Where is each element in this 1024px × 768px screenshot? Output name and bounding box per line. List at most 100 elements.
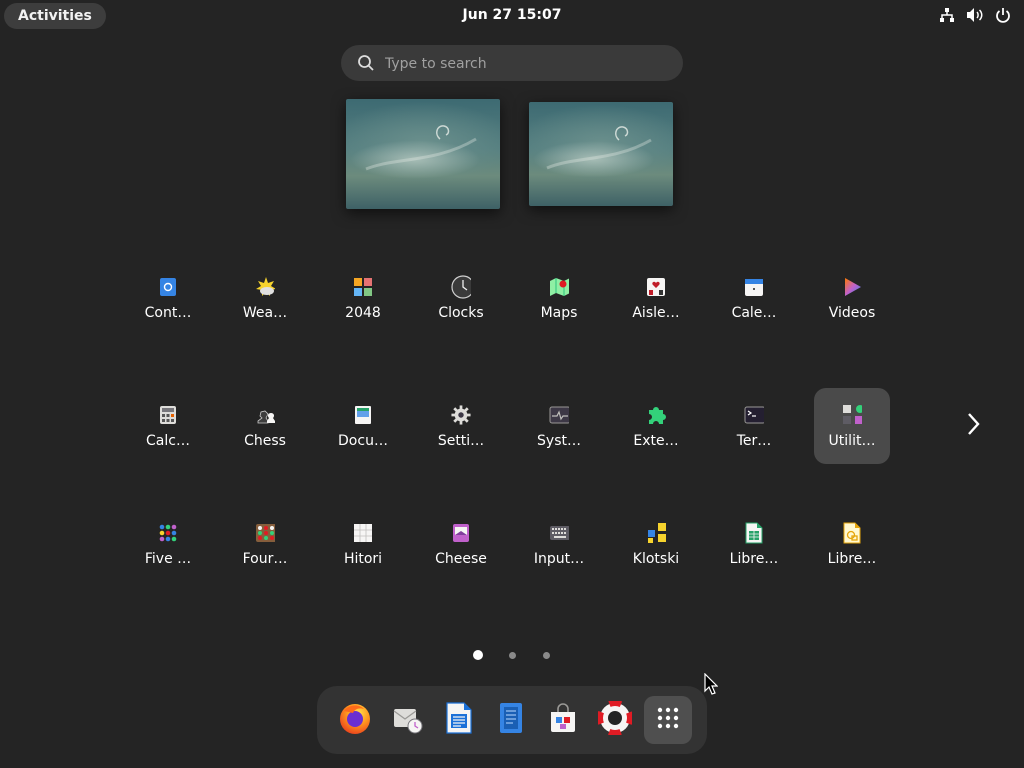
chess-icon <box>255 405 275 425</box>
writer-icon <box>444 701 474 739</box>
app-libreoffice-draw[interactable]: Libre… <box>814 506 890 582</box>
document-viewer-icon <box>353 405 373 425</box>
five-or-more-icon <box>158 523 178 543</box>
dock-help[interactable] <box>591 696 639 744</box>
search-icon <box>357 54 375 72</box>
contacts-icon <box>158 277 178 297</box>
app-label: 2048 <box>345 305 381 321</box>
volume-icon[interactable] <box>966 6 984 24</box>
app-input-method[interactable]: Input… <box>521 506 597 582</box>
app-calendar[interactable]: Cale… <box>716 260 792 336</box>
app-libreoffice-calc[interactable]: Libre… <box>716 506 792 582</box>
app-aisleriot[interactable]: Aisle… <box>618 260 694 336</box>
app-maps[interactable]: Maps <box>521 260 597 336</box>
app-label: Hitori <box>343 551 383 567</box>
app-label: Five … <box>144 551 192 567</box>
clocks-icon <box>451 275 471 299</box>
app-calculator[interactable]: Calc… <box>130 388 206 464</box>
app-label: Setti… <box>437 433 485 449</box>
aisleriot-icon <box>646 277 666 297</box>
system-tray[interactable] <box>938 6 1012 24</box>
workspace-thumbnail-2[interactable] <box>529 102 673 206</box>
chevron-right-icon <box>966 412 980 440</box>
app-folder-utilities[interactable]: Utilit… <box>814 388 890 464</box>
utilities-folder-icon <box>842 405 862 425</box>
app-cheese[interactable]: Cheese <box>423 506 499 582</box>
page-indicator <box>0 650 1024 660</box>
app-videos[interactable]: Videos <box>814 260 890 336</box>
clock: Jun 27 15:07 <box>0 7 1024 23</box>
system-monitor-icon <box>549 405 569 425</box>
app-chess[interactable]: Chess <box>227 388 303 464</box>
clock-label[interactable]: Jun 27 15:07 <box>463 7 562 23</box>
app-2048[interactable]: 2048 <box>325 260 401 336</box>
calendar-icon <box>744 277 764 297</box>
app-grid-icon <box>657 707 679 733</box>
app-label: Ter… <box>736 433 772 449</box>
workspace-thumbnail-1[interactable] <box>346 99 500 209</box>
next-page-button[interactable] <box>958 408 988 444</box>
power-icon[interactable] <box>994 6 1012 24</box>
app-contacts[interactable]: Cont… <box>130 260 206 336</box>
four-in-a-row-icon <box>255 523 275 543</box>
help-lifebuoy-icon <box>597 700 633 739</box>
page-dot-3[interactable] <box>543 652 550 659</box>
app-label: Utilit… <box>828 433 876 449</box>
app-label: Videos <box>828 305 876 321</box>
app-label: Input… <box>533 551 585 567</box>
app-clocks[interactable]: Clocks <box>423 260 499 336</box>
hitori-icon <box>353 523 373 543</box>
app-label: Cheese <box>435 551 487 567</box>
top-bar: Activities Jun 27 15:07 <box>0 0 1024 32</box>
page-dot-2[interactable] <box>509 652 516 659</box>
dock-writer[interactable] <box>435 696 483 744</box>
app-extensions[interactable]: Exte… <box>618 388 694 464</box>
app-label: Libre… <box>827 551 877 567</box>
app-label: Docu… <box>338 433 388 449</box>
libreoffice-draw-icon <box>842 522 862 544</box>
klotski-icon <box>646 523 666 543</box>
app-five-or-more[interactable]: Five … <box>130 506 206 582</box>
app-four-in-a-row[interactable]: Four… <box>227 506 303 582</box>
app-label: Klotski <box>632 551 680 567</box>
search-input[interactable] <box>383 45 667 83</box>
app-weather[interactable]: Wea… <box>227 260 303 336</box>
calculator-icon <box>158 405 178 425</box>
weather-icon <box>255 277 275 297</box>
2048-icon <box>353 277 373 297</box>
extensions-icon <box>646 405 666 425</box>
videos-icon <box>842 277 862 297</box>
maps-icon <box>549 277 569 297</box>
app-terminal[interactable]: Ter… <box>716 388 792 464</box>
app-label: Wea… <box>242 305 288 321</box>
app-label: Maps <box>540 305 578 321</box>
app-label: Chess <box>244 433 286 449</box>
network-icon[interactable] <box>938 6 956 24</box>
search-bar[interactable] <box>341 45 683 83</box>
dock-text-editor[interactable] <box>487 696 535 744</box>
dock-evolution[interactable] <box>383 696 431 744</box>
app-label: Exte… <box>633 433 679 449</box>
app-system-monitor[interactable]: Syst… <box>521 388 597 464</box>
app-label: Libre… <box>729 551 779 567</box>
app-label: Calc… <box>146 433 190 449</box>
app-hitori[interactable]: Hitori <box>325 506 401 582</box>
app-label: Four… <box>242 551 288 567</box>
dock-firefox[interactable] <box>331 696 379 744</box>
app-label: Cont… <box>144 305 192 321</box>
mouse-pointer-icon <box>704 672 719 699</box>
app-document-viewer[interactable]: Docu… <box>325 388 401 464</box>
mail-clock-icon <box>390 701 424 739</box>
cheese-icon <box>451 523 471 543</box>
firefox-icon <box>338 701 372 739</box>
libreoffice-calc-icon <box>744 522 764 544</box>
wallpaper-thumbnail <box>529 102 673 206</box>
page-dot-1[interactable] <box>473 650 483 660</box>
show-apps-button[interactable] <box>644 696 692 744</box>
app-klotski[interactable]: Klotski <box>618 506 694 582</box>
dock-software[interactable] <box>539 696 587 744</box>
app-label: Cale… <box>731 305 777 321</box>
app-settings[interactable]: Setti… <box>423 388 499 464</box>
activities-button[interactable]: Activities <box>4 3 106 29</box>
input-method-icon <box>549 523 569 543</box>
